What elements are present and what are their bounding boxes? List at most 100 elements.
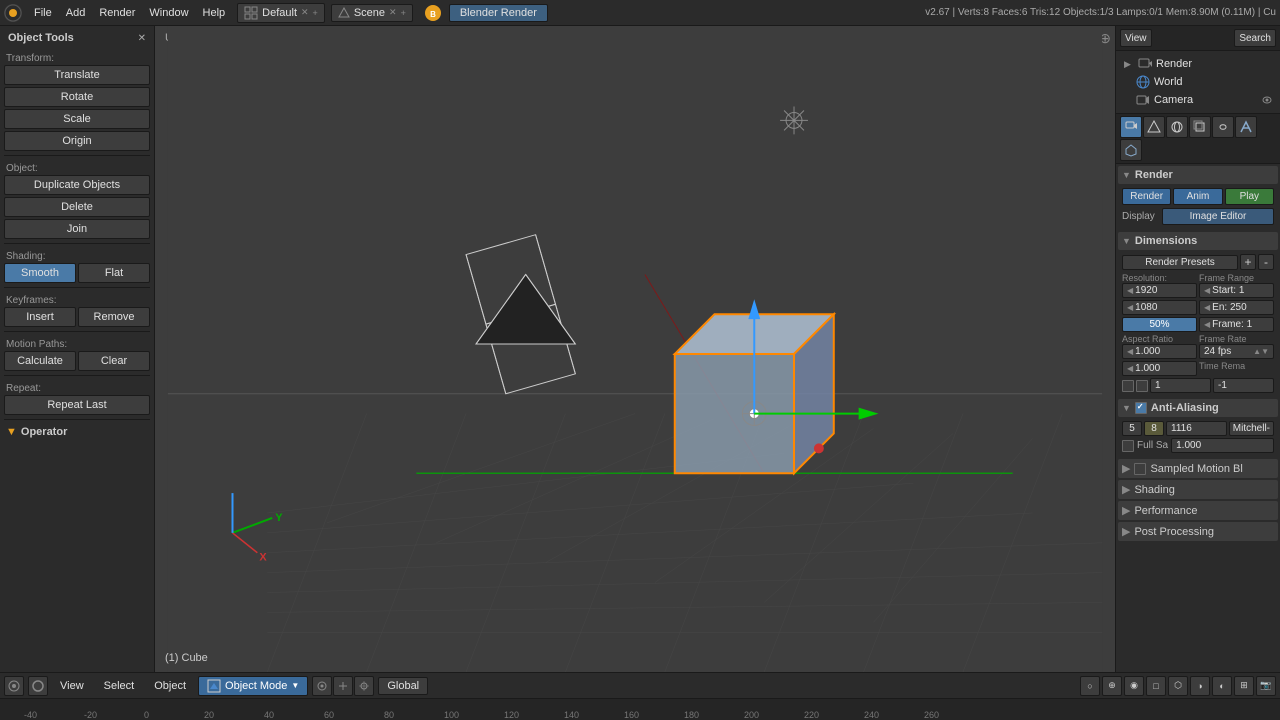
constraint-tab[interactable] [1212, 116, 1234, 138]
view-mode-icon4[interactable]: ◐ [1212, 676, 1232, 696]
rotate-btn[interactable]: Rotate [4, 87, 150, 107]
clear-btn[interactable]: Clear [78, 351, 150, 371]
play-btn[interactable]: Play [1225, 188, 1274, 205]
proportional-edit-icon[interactable]: ○ [1080, 676, 1100, 696]
presets-minus[interactable]: - [1258, 254, 1274, 270]
aa-val1[interactable]: 5 [1122, 421, 1142, 436]
world-tab[interactable] [1166, 116, 1188, 138]
origin-btn[interactable]: Origin [4, 131, 150, 151]
visibility-icon[interactable] [1262, 95, 1272, 105]
scene-tab[interactable] [1143, 116, 1165, 138]
object-menu-btn[interactable]: Object [146, 678, 194, 694]
checkbox2[interactable] [1136, 380, 1148, 392]
dimensions-header[interactable]: ▼ Dimensions [1118, 232, 1278, 250]
post-processing-section[interactable]: ▶ Post Processing [1118, 522, 1278, 541]
checkbox1[interactable] [1122, 380, 1134, 392]
smooth-btn[interactable]: Smooth [4, 263, 76, 283]
join-btn[interactable]: Join [4, 219, 150, 239]
image-editor-btn[interactable]: Image Editor [1162, 208, 1274, 225]
menu-file[interactable]: File [28, 5, 58, 21]
viewport[interactable]: User Persp ⊕ [155, 26, 1115, 672]
render-tab[interactable] [1120, 116, 1142, 138]
duplicate-btn[interactable]: Duplicate Objects [4, 175, 150, 195]
view-mode-icon2[interactable]: ⬡ [1168, 676, 1188, 696]
operator-header[interactable]: ▼ Operator [4, 424, 150, 440]
bottom-editor-icon[interactable] [4, 676, 24, 696]
time-val1[interactable]: 1 [1150, 378, 1211, 393]
aa-filter[interactable]: Mitchell- [1229, 421, 1274, 436]
view-btn[interactable]: View [1120, 29, 1152, 47]
aa-val3[interactable]: 1116 [1166, 421, 1227, 436]
occlude-icon[interactable]: ◉ [1124, 676, 1144, 696]
scene-tree-camera[interactable]: Camera [1120, 91, 1276, 109]
sa-val[interactable]: 1.000 [1171, 438, 1274, 453]
data-tab[interactable] [1120, 139, 1142, 161]
aspect-x-val[interactable]: ◀ 1.000 [1122, 344, 1197, 359]
camera-view-icon[interactable]: 📷 [1256, 676, 1276, 696]
presets-plus[interactable]: + [1240, 254, 1256, 270]
aspect-y-val[interactable]: ◀ 1.000 [1122, 361, 1197, 376]
pct-btn[interactable]: 50% [1122, 317, 1197, 332]
menu-window[interactable]: Window [143, 5, 194, 21]
render-btn[interactable]: Render [1122, 188, 1171, 205]
sampled-motion-section[interactable]: ▶ Sampled Motion Bl [1118, 459, 1278, 478]
menu-add[interactable]: Add [60, 5, 92, 21]
shading-row: Smooth Flat [4, 263, 150, 283]
render-engine-btn[interactable]: Blender Render [449, 4, 548, 22]
scale-btn[interactable]: Scale [4, 109, 150, 129]
view-mode-icon3[interactable]: ◑ [1190, 676, 1210, 696]
frame-val[interactable]: ◀ Frame: 1 [1199, 317, 1274, 332]
full-sa-checkbox[interactable] [1122, 440, 1134, 452]
flat-btn[interactable]: Flat [78, 263, 150, 283]
render-overlay-icon[interactable]: ⊞ [1234, 676, 1254, 696]
menu-render[interactable]: Render [93, 5, 141, 21]
framerate-val[interactable]: 24 fps ▲▼ [1199, 344, 1274, 359]
panel-collapse-btn[interactable]: ✕ [138, 33, 146, 44]
render-section-header[interactable]: ▼ Render [1118, 166, 1278, 184]
repeat-last-btn[interactable]: Repeat Last [4, 395, 150, 415]
mode-selector[interactable]: Object Mode ▼ [198, 676, 308, 696]
timeline[interactable]: -40 -20 0 20 40 60 80 100 120 140 160 18… [0, 698, 1280, 720]
render-presets-btn[interactable]: Render Presets [1122, 255, 1238, 270]
res-y-val[interactable]: ◀ 1080 [1122, 300, 1197, 315]
props-content: ▼ Render Render Anim Play Display Image … [1116, 164, 1280, 672]
scene-tree-world[interactable]: World [1120, 73, 1276, 91]
time-val2[interactable]: -1 [1213, 378, 1274, 393]
scene-plus-btn[interactable]: + [401, 8, 406, 18]
scene-x-btn[interactable]: ✕ [389, 7, 397, 18]
modifier-tab[interactable] [1235, 116, 1257, 138]
start-val[interactable]: ◀ Start: 1 [1199, 283, 1274, 298]
anim-btn[interactable]: Anim [1173, 188, 1222, 205]
layout-plus-btn[interactable]: + [313, 8, 318, 18]
end-val[interactable]: ◀ En: 250 [1199, 300, 1274, 315]
performance-section[interactable]: ▶ Performance [1118, 501, 1278, 520]
aa-val2[interactable]: 8 [1144, 421, 1164, 436]
shading-section[interactable]: ▶ Shading [1118, 480, 1278, 499]
tick-2: 0 [144, 710, 149, 720]
delete-btn[interactable]: Delete [4, 197, 150, 217]
aa-header[interactable]: ▼ Anti-Aliasing [1118, 399, 1278, 417]
snap-icon[interactable] [354, 676, 374, 696]
res-x-val[interactable]: ◀ 1920 [1122, 283, 1197, 298]
select-menu-btn[interactable]: Select [96, 678, 143, 694]
pivot-icon[interactable] [312, 676, 332, 696]
view-mode-icon1[interactable]: □ [1146, 676, 1166, 696]
sampled-checkbox[interactable] [1134, 463, 1146, 475]
calculate-btn[interactable]: Calculate [4, 351, 76, 371]
global-btn[interactable]: Global [378, 677, 428, 695]
scene-selector[interactable]: Scene ✕ + [331, 4, 413, 22]
aa-checkbox[interactable] [1135, 402, 1147, 414]
scene-tree-render[interactable]: ▶ Render [1120, 55, 1276, 73]
insert-btn[interactable]: Insert [4, 307, 76, 327]
translate-btn[interactable]: Translate [4, 65, 150, 85]
bottom-circle-icon[interactable] [28, 676, 48, 696]
snap-magnet-icon[interactable]: ⊕ [1102, 676, 1122, 696]
remove-btn[interactable]: Remove [78, 307, 150, 327]
search-btn[interactable]: Search [1234, 29, 1276, 47]
object-tab[interactable] [1189, 116, 1211, 138]
layout-x-btn[interactable]: ✕ [301, 7, 309, 18]
view-menu-btn[interactable]: View [52, 678, 92, 694]
menu-help[interactable]: Help [197, 5, 232, 21]
transform-icon[interactable] [333, 676, 353, 696]
layout-selector[interactable]: Default ✕ + [237, 3, 325, 23]
